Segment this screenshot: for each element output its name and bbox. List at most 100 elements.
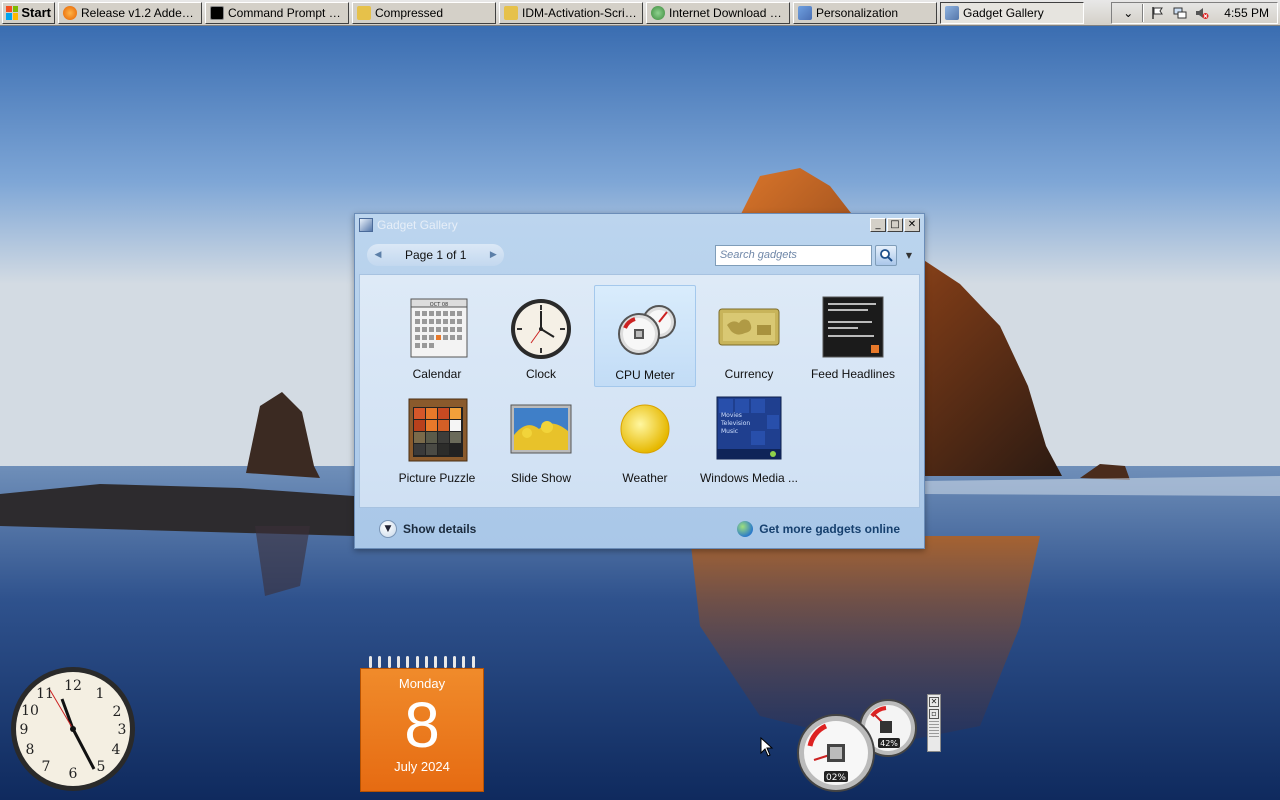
memory-percent: 42%	[880, 739, 898, 748]
media-tile-music: Music	[721, 428, 738, 435]
show-details-button[interactable]: ▼ Show details	[379, 520, 476, 538]
feed-headlines-gadget-icon	[819, 291, 887, 359]
svg-text:2: 2	[113, 704, 122, 720]
start-label: Start	[21, 5, 51, 20]
gadget-grid: OCT 08 Calendar Clock CPU Meter Currency…	[359, 274, 920, 508]
taskbar-button-personalization[interactable]: Personalization	[793, 1, 937, 24]
taskbar: Start Release v1.2 Added b... Command Pr…	[0, 0, 1280, 26]
folder-icon	[504, 5, 518, 20]
svg-text:4: 4	[112, 742, 121, 758]
maximize-button[interactable]: □	[887, 218, 903, 232]
media-tile-television: Television	[720, 420, 750, 427]
taskbar-clock[interactable]: 4:55 PM	[1224, 6, 1269, 20]
globe-icon	[737, 521, 754, 537]
calendar-gadget-icon: OCT 08	[403, 291, 471, 359]
windows-logo-icon	[6, 5, 19, 20]
taskbar-button-command-prompt[interactable]: Command Prompt - po...	[205, 1, 349, 24]
taskbar-button-compressed[interactable]: Compressed	[352, 1, 496, 24]
idm-icon	[651, 5, 665, 20]
taskbar-button-gadget-gallery[interactable]: Gadget Gallery	[940, 1, 1084, 24]
gadget-tile-feed-headlines[interactable]: Feed Headlines	[802, 285, 904, 387]
search-input[interactable]	[714, 244, 872, 266]
previous-page-button[interactable]: ◀	[371, 248, 385, 262]
chevron-down-icon[interactable]: ⌄	[1120, 5, 1136, 21]
gadget-tile-picture-puzzle[interactable]: Picture Puzzle	[386, 389, 488, 491]
windows-media-gadget-icon: Movies Television Music	[715, 395, 783, 463]
gadget-name: Feed Headlines	[810, 367, 896, 381]
gadget-gallery-window: Gadget Gallery _ □ ✕ ◀ Page 1 of 1 ▶ ▼	[354, 213, 925, 549]
slide-show-gadget-icon	[507, 395, 575, 463]
desktop-cpu-meter-gadget[interactable]: 02% 42%	[796, 698, 922, 793]
gadget-tile-clock[interactable]: Clock	[490, 285, 592, 387]
personalization-icon	[798, 5, 812, 20]
media-tile-movies: Movies	[721, 412, 742, 419]
taskbar-button-idm[interactable]: Internet Download Ma...	[646, 1, 790, 24]
cpu-meter-gadget-icon	[611, 292, 679, 360]
volume-muted-icon[interactable]	[1194, 5, 1210, 21]
gadget-name: Slide Show	[510, 471, 572, 485]
desktop-calendar-gadget[interactable]: Monday 8 July 2024	[360, 656, 484, 792]
gadget-close-button[interactable]: ✕	[929, 697, 939, 707]
currency-gadget-icon	[715, 291, 783, 359]
gadget-name: Weather	[622, 471, 668, 485]
get-more-gadgets-label: Get more gadgets online	[759, 522, 900, 536]
gadget-tile-cpu-meter[interactable]: CPU Meter	[594, 285, 696, 387]
window-title: Gadget Gallery	[377, 218, 458, 232]
search-button[interactable]	[874, 244, 897, 266]
start-button[interactable]: Start	[2, 1, 55, 24]
gadget-name: CPU Meter	[615, 368, 675, 382]
picture-puzzle-gadget-icon	[403, 395, 471, 463]
gadget-tile-calendar[interactable]: OCT 08 Calendar	[386, 285, 488, 387]
svg-text:12: 12	[64, 678, 82, 694]
svg-text:3: 3	[118, 722, 127, 738]
gadget-options-button[interactable]: ▫	[929, 709, 939, 719]
window-controls: _ □ ✕	[870, 218, 920, 232]
svg-text:11: 11	[36, 686, 54, 702]
calendar-page: Monday 8 July 2024	[360, 668, 484, 792]
weather-gadget-icon	[611, 395, 679, 463]
pager: ◀ Page 1 of 1 ▶	[367, 244, 505, 266]
svg-text:7: 7	[42, 759, 51, 775]
gadget-name: Windows Media ...	[699, 471, 799, 485]
svg-text:9: 9	[20, 722, 29, 738]
search-box: ▼	[714, 244, 912, 266]
svg-text:1: 1	[96, 686, 105, 702]
next-page-button[interactable]: ▶	[486, 248, 500, 262]
svg-text:8: 8	[26, 742, 35, 758]
svg-text:5: 5	[97, 759, 106, 775]
svg-text:6: 6	[69, 766, 78, 782]
gadget-gallery-icon	[359, 218, 373, 232]
gadget-tile-slide-show[interactable]: Slide Show	[490, 389, 592, 491]
taskbar-button-firefox[interactable]: Release v1.2 Added b...	[58, 1, 202, 24]
cpu-percent: 02%	[826, 773, 846, 783]
mouse-pointer-icon	[760, 737, 774, 757]
clock-gadget-icon	[507, 291, 575, 359]
calendar-rings	[360, 656, 484, 668]
search-options-dropdown[interactable]: ▼	[906, 251, 912, 260]
gadget-tile-currency[interactable]: Currency	[698, 285, 800, 387]
desktop-clock-gadget[interactable]: 12 1 2 3 45 6 7 8 9 10 11	[10, 666, 137, 793]
gallery-toolbar: ◀ Page 1 of 1 ▶ ▼	[355, 236, 924, 274]
cmd-icon	[210, 5, 224, 20]
minimize-button[interactable]: _	[870, 218, 886, 232]
search-icon	[879, 249, 893, 262]
title-bar[interactable]: Gadget Gallery _ □ ✕	[355, 214, 924, 236]
close-button[interactable]: ✕	[904, 218, 920, 232]
chevron-down-icon: ▼	[379, 520, 397, 538]
system-tray: ⌄ 4:55 PM	[1111, 1, 1278, 24]
gadget-control-strip: ✕ ▫	[927, 694, 941, 752]
get-more-gadgets-link[interactable]: Get more gadgets online	[737, 521, 900, 537]
folder-icon	[357, 5, 371, 20]
gadget-tile-windows-media[interactable]: Movies Television Music Windows Media ..…	[698, 389, 800, 491]
show-details-label: Show details	[403, 522, 477, 536]
gadget-drag-handle[interactable]	[929, 721, 939, 737]
gadget-name: Calendar	[412, 367, 462, 381]
tray-divider	[1142, 3, 1145, 22]
network-icon[interactable]	[1172, 5, 1188, 21]
gadget-name: Currency	[724, 367, 774, 381]
flag-icon[interactable]	[1150, 5, 1166, 21]
taskbar-button-idm-activation[interactable]: IDM-Activation-Script-...	[499, 1, 643, 24]
gadget-name: Picture Puzzle	[398, 471, 476, 485]
svg-text:10: 10	[21, 703, 39, 719]
gadget-tile-weather[interactable]: Weather	[594, 389, 696, 491]
